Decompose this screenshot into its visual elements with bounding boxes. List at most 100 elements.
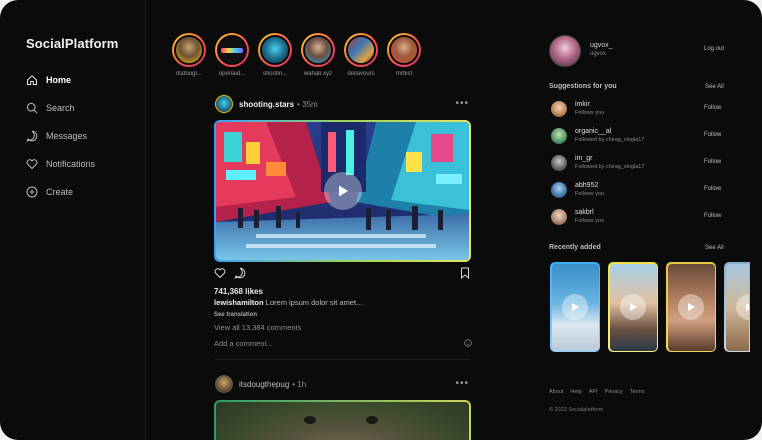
follow-button[interactable]: Follow [704, 186, 721, 192]
post-time: • 1h [292, 379, 307, 389]
nav-search-label: Search [46, 103, 75, 113]
suggestion-item: imkir Follows you Follow [549, 99, 724, 119]
story-item[interactable]: shootin... [257, 33, 293, 77]
story-item[interactable]: openaid... [214, 33, 250, 77]
app-frame: SocialPlatform Home Search Messages Noti… [0, 0, 762, 440]
suggestion-avatar[interactable] [551, 209, 567, 225]
suggestion-username[interactable]: im_gr [575, 155, 593, 162]
suggestion-username[interactable]: sakbrl [575, 209, 594, 216]
reel-thumbnail [725, 263, 749, 351]
heart-icon [26, 159, 38, 170]
suggestion-item: organic__al Followed by chirag_singla17 … [549, 126, 724, 146]
post-header: shooting.stars • 35m ••• [215, 94, 472, 114]
view-comments-link[interactable]: View all 13,384 comments [214, 323, 301, 332]
suggestions-title: Suggestions for you [549, 83, 617, 90]
profile-username[interactable]: ugvox_ [590, 42, 613, 49]
recently-added-title: Recently added [549, 244, 601, 251]
suggestion-subtitle: Followed by chirag_singla17 [575, 137, 645, 143]
post-time: • 35m [297, 99, 318, 109]
story-ring [301, 33, 335, 67]
reel-item[interactable] [550, 262, 600, 352]
reel-play-button[interactable] [620, 294, 646, 320]
reel-item[interactable] [666, 262, 716, 352]
copyright: © 2023 Socialplatform [549, 407, 604, 413]
nav-create[interactable]: Create [26, 184, 73, 200]
profile-name: ugvox [590, 51, 607, 57]
post-avatar[interactable] [215, 375, 233, 393]
more-options-icon[interactable]: ••• [455, 98, 469, 109]
suggestion-item: abh952 Follows you Follow [549, 180, 724, 200]
suggestion-avatar[interactable] [551, 101, 567, 117]
reel-item[interactable] [608, 262, 658, 352]
story-item[interactable]: wahab.xyz [300, 33, 336, 77]
message-icon [26, 130, 38, 142]
post-avatar[interactable] [215, 95, 233, 113]
footer-link-help[interactable]: Help [570, 389, 581, 395]
play-icon [338, 185, 348, 197]
logout-button[interactable]: Log out [704, 46, 724, 52]
nav-search[interactable]: Search [26, 100, 75, 116]
footer-link-api[interactable]: API [589, 389, 598, 395]
see-translation-link[interactable]: See translation [214, 312, 257, 318]
recently-added-see-all[interactable]: See All [705, 245, 724, 251]
story-label: mrbist [395, 71, 413, 77]
suggestion-subtitle: Follows you [575, 218, 605, 224]
footer-link-about[interactable]: About [549, 389, 563, 395]
reel-item[interactable] [724, 262, 750, 352]
story-ring [258, 33, 292, 67]
likes-count[interactable]: 741,368 likes [214, 287, 263, 296]
caption-username[interactable]: lewishamilton [214, 298, 264, 307]
emoji-icon[interactable] [464, 339, 472, 347]
suggestions-see-all[interactable]: See All [705, 84, 724, 90]
follow-button[interactable]: Follow [704, 159, 721, 165]
reel-thumbnail [551, 263, 599, 351]
suggestion-username[interactable]: imkir [575, 101, 590, 108]
suggestion-avatar[interactable] [551, 128, 567, 144]
search-icon [26, 102, 38, 114]
bookmark-icon[interactable] [459, 267, 471, 279]
reel-play-button[interactable] [735, 294, 749, 320]
suggestion-avatar[interactable] [551, 155, 567, 171]
play-icon [630, 303, 637, 311]
footer-link-terms[interactable]: Terms [630, 389, 645, 395]
brand-logo[interactable]: SocialPlatform [26, 36, 118, 51]
play-button[interactable] [323, 172, 362, 210]
suggestion-item: im_gr Followed by chirag_singla17 Follow [549, 153, 724, 173]
nav-home[interactable]: Home [26, 72, 71, 88]
follow-button[interactable]: Follow [704, 213, 721, 219]
nav-notifications[interactable]: Notifications [26, 156, 95, 172]
add-comment-input[interactable]: Add a comment... [214, 339, 273, 348]
footer-links: About Help API Privacy Terms [549, 389, 652, 395]
nav-messages[interactable]: Messages [26, 128, 87, 144]
post-username[interactable]: itsdougthepug [239, 380, 289, 389]
reel-play-button[interactable] [562, 294, 588, 320]
post-divider [214, 359, 471, 360]
pug-image [216, 402, 469, 440]
plus-circle-icon [26, 186, 38, 198]
like-heart-icon[interactable] [214, 267, 226, 279]
suggestion-subtitle: Follows you [575, 191, 605, 197]
nav-home-label: Home [46, 75, 72, 85]
suggestion-username[interactable]: abh952 [575, 182, 598, 189]
post-media[interactable] [214, 400, 471, 440]
post-username[interactable]: shooting.stars [239, 100, 294, 109]
nav-messages-label: Messages [46, 131, 88, 141]
suggestion-subtitle: Follows you [575, 110, 605, 116]
post-caption: lewishamilton Lorem ipsum dolor sit amet… [214, 298, 362, 307]
profile-avatar[interactable] [549, 35, 581, 67]
story-ring [387, 33, 421, 67]
more-options-icon[interactable]: ••• [455, 378, 469, 389]
reel-thumbnail [667, 263, 715, 351]
post-media[interactable] [214, 120, 471, 262]
reel-play-button[interactable] [678, 294, 704, 320]
follow-button[interactable]: Follow [704, 132, 721, 138]
caption-text: Lorem ipsum dolor sit amet... [263, 298, 363, 307]
suggestion-avatar[interactable] [551, 182, 567, 198]
story-item[interactable]: itsdougl... [171, 33, 207, 77]
story-item[interactable]: dellavours [343, 33, 379, 77]
footer-link-privacy[interactable]: Privacy [605, 389, 623, 395]
story-item[interactable]: mrbist [386, 33, 422, 77]
comment-icon[interactable] [234, 267, 246, 279]
follow-button[interactable]: Follow [704, 105, 721, 111]
suggestion-username[interactable]: organic__al [575, 128, 611, 135]
